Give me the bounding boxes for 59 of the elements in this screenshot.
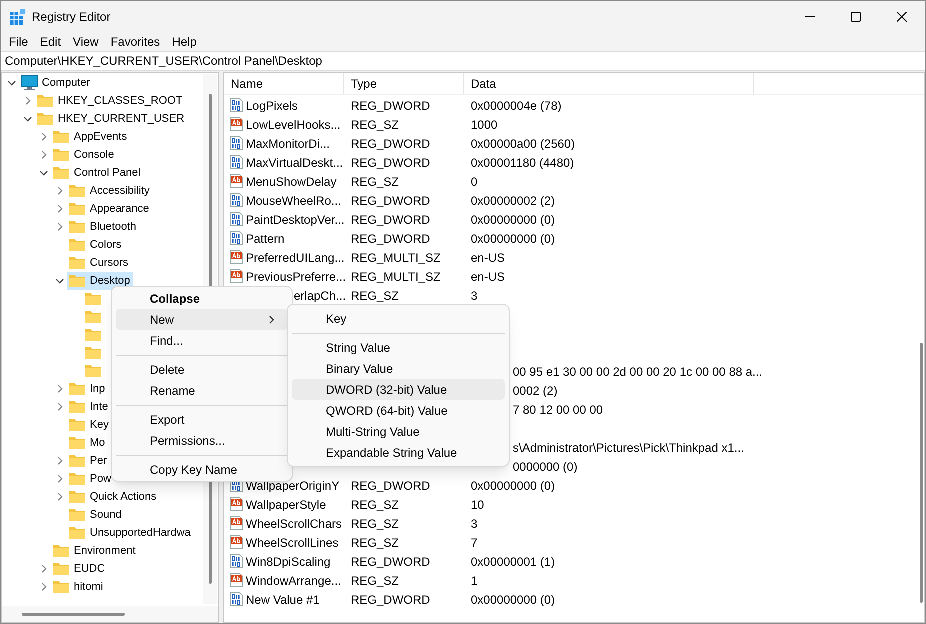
table-cell-text: REG_MULTI_SZ xyxy=(350,250,442,266)
table-cell-text: 0x00000000 (0) xyxy=(470,230,556,248)
table-cell-text: 0 xyxy=(470,174,478,190)
table-cell: PreferredUILang... xyxy=(224,248,344,266)
table-cell: WheelScrollLines xyxy=(224,534,344,552)
table-cell: MaxVirtualDeskt... xyxy=(224,154,344,172)
table-cell-text: 0x00000002 (2) xyxy=(470,192,556,210)
table-cell-text: 1000 xyxy=(470,116,498,134)
table-cell-text: REG_DWORD xyxy=(350,554,432,570)
table-cell-text: REG_SZ xyxy=(350,496,400,514)
table-cell-text: REG_DWORD xyxy=(350,154,432,172)
table-cell: MouseWheelRo... xyxy=(224,192,344,210)
table-cell-text: 7 80 12 00 00 00 xyxy=(513,402,604,418)
table-cell-text: REG_SZ xyxy=(350,534,400,552)
table-cell-text: s\Administrator\Pictures\Pick\Thinkpad x1... xyxy=(513,440,744,456)
table-cell-text: 0x00000001 (1) xyxy=(470,554,556,570)
table-cell-text: REG_SZ xyxy=(350,572,400,590)
table-cell-text: en-US xyxy=(470,268,506,286)
table-cell: erlapCh... xyxy=(294,288,346,302)
table-cell-text: 3 xyxy=(470,288,478,304)
table-cell: MaxMonitorDi... xyxy=(224,134,344,152)
table-cell-text: en-US xyxy=(470,250,506,266)
table-cell-text: 3 xyxy=(470,516,478,532)
table-cell-text: 00 95 e1 30 00 00 2d 00 00 20 1c 00 00 88 a... xyxy=(513,364,763,380)
table-cell-text: REG_DWORD xyxy=(350,192,432,210)
table-cell-text: 10 xyxy=(470,496,484,514)
table-cell: WallpaperStyle xyxy=(224,496,344,514)
table-cell-text: REG_DWORD xyxy=(350,478,432,494)
table-cell-text: 7 xyxy=(470,534,478,552)
table-cell: Pattern xyxy=(224,230,344,248)
table-cell-text: REG_SZ xyxy=(350,516,400,532)
table-cell-text: 0x00000a00 (2560) xyxy=(470,136,576,152)
table-cell: Win8DpiScaling xyxy=(224,552,344,570)
table-cell-text: 1 xyxy=(470,572,478,590)
table-cell: MenuShowDelay xyxy=(224,172,344,190)
table-cell-text: REG_DWORD xyxy=(350,592,432,608)
window-title: Registry Editor xyxy=(32,8,111,26)
table-cell-text: REG_SZ xyxy=(350,288,400,304)
table-cell: WheelScrollChars xyxy=(224,514,344,532)
table-cell-text: 0x00000000 (0) xyxy=(470,212,556,228)
table-cell: LowLevelHooks... xyxy=(224,116,344,134)
table-cell-text: 0x00001180 (4480) xyxy=(470,154,574,172)
table-cell-text: 0002 (2) xyxy=(513,382,558,400)
table-cell-text: REG_MULTI_SZ xyxy=(350,268,442,286)
table-cell-text: REG_DWORD xyxy=(350,98,432,114)
table-cell: LogPixels xyxy=(224,96,344,114)
table-cell-text: REG_DWORD xyxy=(350,230,432,248)
table-cell: PaintDesktopVer... xyxy=(224,210,344,228)
table-cell: WindowArrange... xyxy=(224,572,344,590)
table-cell-text: 0x0000004e (78) xyxy=(470,98,562,114)
table-cell-text: REG_DWORD xyxy=(350,212,432,228)
table-cell-text: REG_DWORD xyxy=(350,136,432,152)
table-cell-text: REG_SZ xyxy=(350,174,400,190)
table-cell-text: REG_SZ xyxy=(350,116,400,134)
table-cell-text: 0x00000000 (0) xyxy=(470,478,556,494)
table-cell: PreviousPreferre... xyxy=(224,268,344,286)
table-cell-text: 0000000 (0) xyxy=(513,458,578,476)
table-cell-text: 0x00000000 (0) xyxy=(470,592,556,608)
table-cell: New Value #1 xyxy=(224,590,344,608)
